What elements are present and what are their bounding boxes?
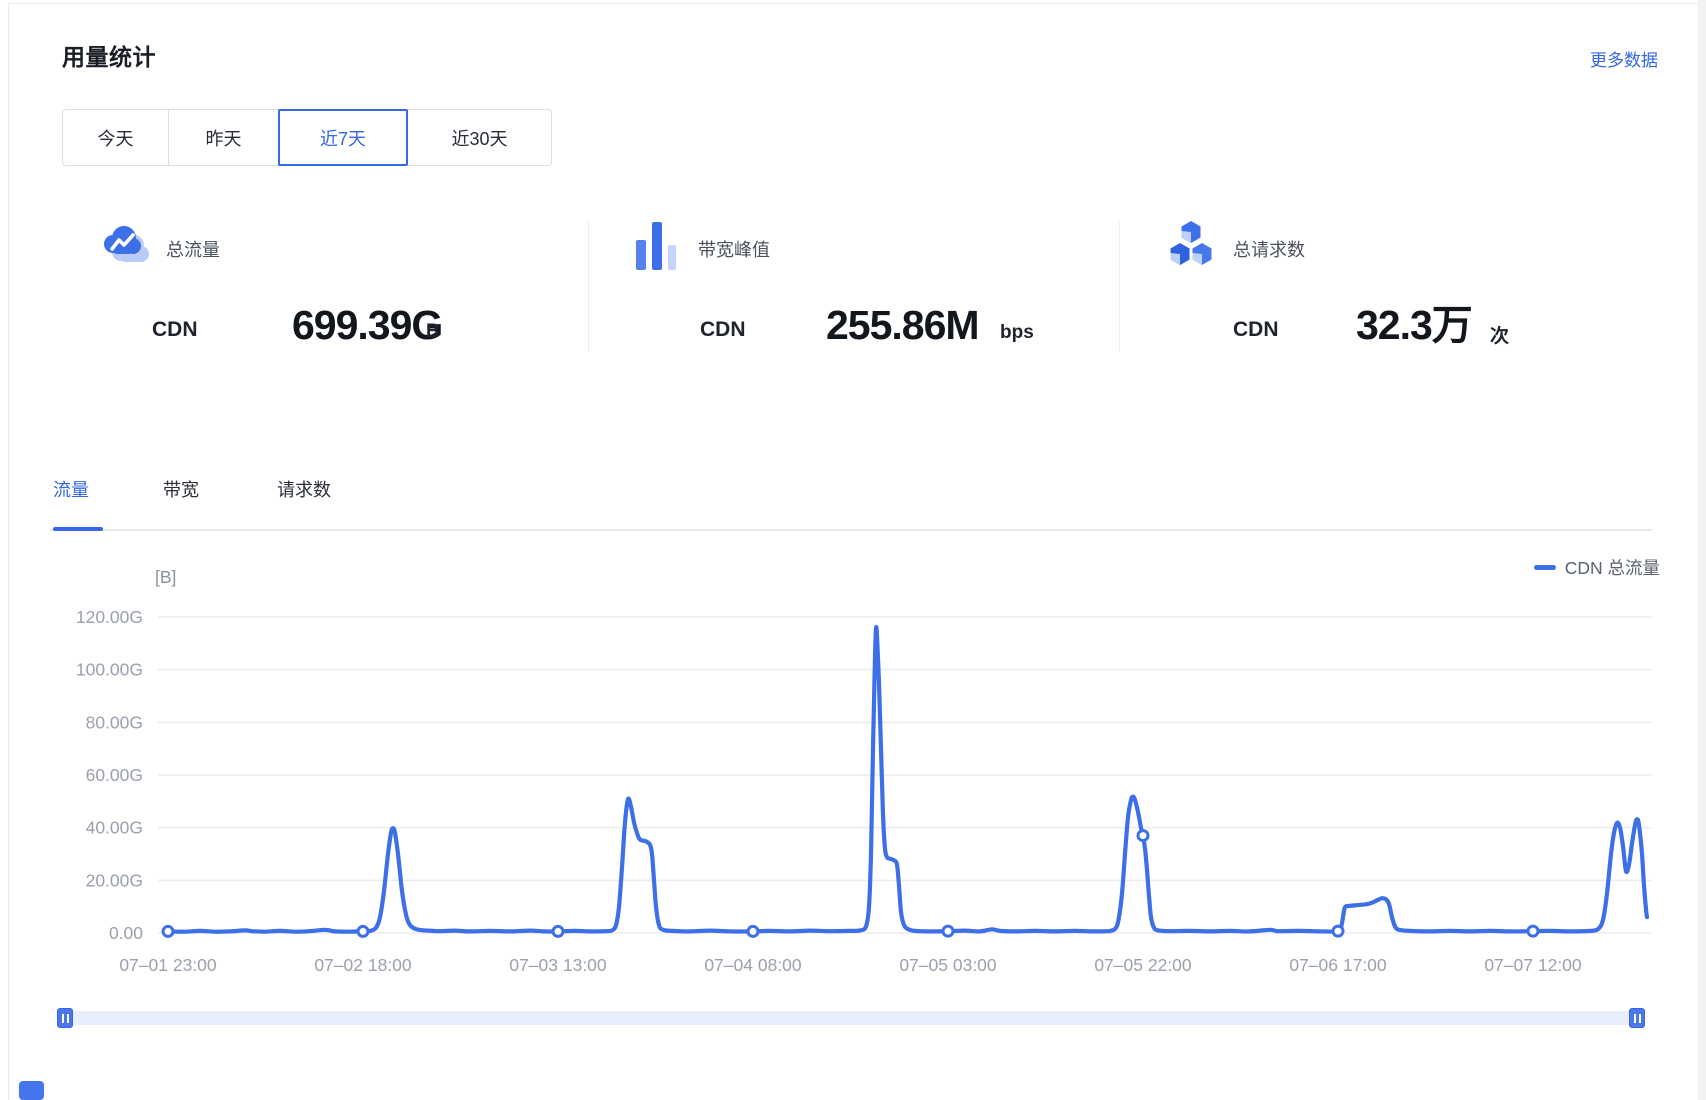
y-axis-label: 20.00G bbox=[86, 870, 143, 890]
usage-stats-page: 用量统计 更多数据 今天 昨天 近7天 近30天 总流量 CDN 699.39G… bbox=[0, 0, 1706, 1100]
stat-value-requests: 32.3万 bbox=[1356, 305, 1472, 346]
x-axis-label: 07–02 18:00 bbox=[314, 955, 412, 975]
time-range-button-group: 今天 昨天 近7天 近30天 bbox=[62, 109, 552, 166]
tab-traffic[interactable]: 流量 bbox=[53, 476, 89, 502]
stat-unit: 次 bbox=[1490, 321, 1509, 348]
tab-requests[interactable]: 请求数 bbox=[277, 476, 331, 502]
data-point-marker[interactable] bbox=[163, 926, 173, 936]
stat-value-bandwidth: 255.86M bbox=[826, 305, 979, 346]
x-axis-label: 07–03 13:00 bbox=[509, 955, 607, 975]
requests-cubes-icon bbox=[1164, 218, 1218, 268]
legend-label: CDN 总流量 bbox=[1565, 555, 1660, 580]
stat-product: CDN bbox=[700, 318, 746, 342]
stat-divider bbox=[1119, 222, 1120, 352]
tabs-bottom-border bbox=[50, 529, 1652, 531]
data-point-marker[interactable] bbox=[1333, 926, 1343, 936]
data-point-marker[interactable] bbox=[748, 926, 758, 936]
traffic-line-chart[interactable]: 0.00 20.00G 40.00G 60.00G 80.00G 100.00G 120.0… bbox=[0, 600, 1706, 1000]
traffic-line-series bbox=[168, 627, 1647, 932]
y-axis-label: 100.00G bbox=[76, 660, 143, 680]
range-button-yesterday[interactable]: 昨天 bbox=[168, 109, 279, 166]
y-axis-label: 120.00G bbox=[76, 607, 143, 627]
y-axis-label: 80.00G bbox=[86, 712, 143, 732]
bandwidth-bars-icon bbox=[636, 222, 678, 270]
chart-range-slider-track[interactable] bbox=[57, 1011, 1645, 1025]
legend-line-swatch bbox=[1534, 565, 1556, 570]
page-title: 用量统计 bbox=[62, 38, 156, 72]
stat-unit: B bbox=[426, 321, 440, 343]
card-border-top bbox=[8, 3, 1698, 4]
y-axis-label: 0.00 bbox=[109, 923, 143, 943]
stat-label-traffic: 总流量 bbox=[166, 236, 220, 262]
y-axis-label: 40.00G bbox=[86, 818, 143, 838]
slider-left-handle[interactable] bbox=[57, 1008, 73, 1028]
slider-right-handle[interactable] bbox=[1629, 1008, 1645, 1028]
data-point-marker[interactable] bbox=[943, 926, 953, 936]
stat-label-requests: 总请求数 bbox=[1233, 236, 1305, 262]
data-point-marker[interactable] bbox=[1528, 926, 1538, 936]
range-button-today[interactable]: 今天 bbox=[62, 109, 169, 166]
tab-bandwidth[interactable]: 带宽 bbox=[163, 476, 199, 502]
x-axis-label: 07–05 03:00 bbox=[899, 955, 997, 975]
page-scrollbar[interactable] bbox=[1698, 0, 1706, 1100]
range-button-last7days[interactable]: 近7天 bbox=[278, 109, 408, 166]
stat-value-traffic: 699.39G bbox=[292, 305, 442, 346]
cloud-traffic-icon bbox=[98, 222, 150, 266]
data-point-marker[interactable] bbox=[553, 926, 563, 936]
x-axis-label: 07–06 17:00 bbox=[1289, 955, 1387, 975]
y-axis-label: 60.00G bbox=[86, 765, 143, 785]
chart-legend[interactable]: CDN 总流量 bbox=[1534, 555, 1660, 580]
data-point-marker[interactable] bbox=[1138, 831, 1148, 841]
y-axis-unit-label: [B] bbox=[155, 567, 176, 588]
data-point-marker[interactable] bbox=[358, 926, 368, 936]
next-section-slider-handle[interactable] bbox=[19, 1081, 44, 1100]
x-axis-label: 07–05 22:00 bbox=[1094, 955, 1192, 975]
x-axis-label: 07–07 12:00 bbox=[1484, 955, 1582, 975]
stat-product: CDN bbox=[152, 318, 198, 342]
stat-product: CDN bbox=[1233, 318, 1279, 342]
range-button-last30days[interactable]: 近30天 bbox=[407, 109, 552, 166]
stat-label-bandwidth: 带宽峰值 bbox=[698, 236, 770, 262]
stat-unit: bps bbox=[1000, 322, 1034, 344]
more-data-link[interactable]: 更多数据 bbox=[1590, 46, 1658, 71]
x-axis-label: 07–04 08:00 bbox=[704, 955, 802, 975]
stat-divider bbox=[588, 222, 589, 352]
active-tab-underline bbox=[53, 527, 103, 531]
x-axis-label: 07–01 23:00 bbox=[119, 955, 217, 975]
